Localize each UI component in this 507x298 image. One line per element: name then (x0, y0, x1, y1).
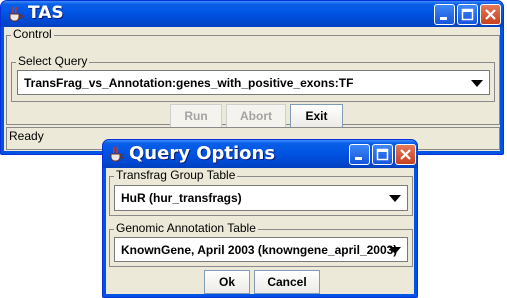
dialog-titlebar[interactable]: Query Options (103, 140, 417, 168)
annotation-table-value: KnownGene, April 2003 (knowngene_april_2… (121, 243, 398, 257)
dropdown-arrow-icon[interactable] (389, 246, 401, 254)
java-cup-icon (110, 146, 124, 162)
abort-button[interactable]: Abort (226, 104, 286, 128)
run-button[interactable]: Run (170, 104, 222, 128)
dropdown-arrow-icon[interactable] (389, 195, 401, 202)
cancel-button[interactable]: Cancel (254, 270, 320, 294)
exit-button[interactable]: Exit (290, 104, 343, 128)
dialog-title: Query Options (129, 143, 276, 164)
dialog-maximize-button[interactable] (372, 144, 393, 165)
selected-query: TransFrag_vs_Annotation:genes_with_posit… (24, 76, 354, 90)
transfrag-group-table-label: Transfrag Group Table (114, 168, 238, 182)
ok-button[interactable]: Ok (204, 270, 250, 294)
minimize-icon (440, 17, 447, 20)
query-combobox[interactable]: TransFrag_vs_Annotation:genes_with_posit… (17, 70, 490, 95)
query-options-dialog: Query Options Transfrag Group Table HuR … (102, 139, 418, 298)
group-table-value: HuR (hur_transfrags) (121, 191, 242, 205)
maximize-icon (461, 8, 474, 21)
status-text: Ready (9, 129, 44, 143)
annotation-table-combobox[interactable]: KnownGene, April 2003 (knowngene_april_2… (114, 237, 408, 262)
main-window: TAS Control Select Query TransFrag_vs_An… (0, 0, 504, 155)
dialog-client-area: Transfrag Group Table HuR (hur_transfrag… (106, 168, 414, 294)
minimize-icon (355, 157, 362, 160)
maximize-icon (376, 148, 389, 161)
maximize-button[interactable] (457, 4, 478, 25)
dropdown-arrow-icon[interactable] (471, 79, 483, 87)
select-query-group: Select Query TransFrag_vs_Annotation:gen… (11, 54, 495, 102)
transfrag-group-table-group: Transfrag Group Table HuR (hur_transfrag… (109, 168, 413, 216)
main-window-title: TAS (28, 3, 64, 23)
main-client-area: Control Select Query TransFrag_vs_Annota… (4, 27, 500, 151)
select-query-label: Select Query (16, 54, 90, 68)
minimize-button[interactable] (434, 4, 455, 25)
genomic-annotation-table-label: Genomic Annotation Table (114, 221, 258, 235)
dialog-close-button[interactable] (395, 144, 416, 165)
control-group-label: Control (11, 27, 54, 41)
genomic-annotation-table-group: Genomic Annotation Table KnownGene, Apri… (109, 221, 413, 267)
main-titlebar[interactable]: TAS (1, 1, 503, 27)
java-cup-icon (9, 6, 23, 22)
dialog-minimize-button[interactable] (349, 144, 370, 165)
close-button[interactable] (480, 4, 501, 25)
close-icon (400, 149, 411, 160)
control-group: Control Select Query TransFrag_vs_Annota… (6, 27, 500, 128)
group-table-combobox[interactable]: HuR (hur_transfrags) (114, 185, 408, 211)
close-icon (485, 9, 496, 20)
